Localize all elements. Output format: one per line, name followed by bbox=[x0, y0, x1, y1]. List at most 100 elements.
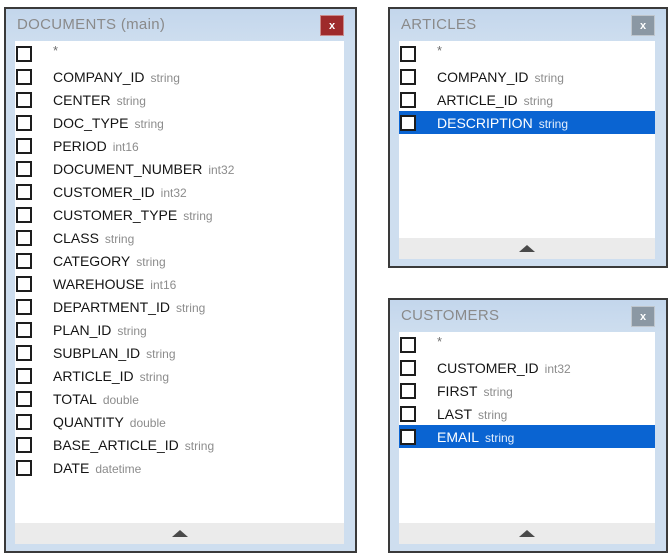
field-name: COMPANY_ID bbox=[53, 68, 145, 85]
panel-title-documents: DOCUMENTS (main) bbox=[17, 16, 166, 33]
field-row[interactable]: LAST string bbox=[399, 402, 655, 425]
checkbox-field[interactable] bbox=[16, 390, 32, 407]
field-list-documents[interactable]: * COMPANY_ID string CENTER string DOC_TYPE str… bbox=[15, 41, 344, 523]
field-list-articles[interactable]: * COMPANY_ID string ARTICLE_ID string DESCRIP… bbox=[399, 41, 655, 238]
collapse-bar-documents[interactable] bbox=[15, 523, 344, 544]
checkbox-field[interactable] bbox=[16, 91, 32, 108]
field-row-all[interactable]: * bbox=[399, 333, 655, 356]
field-type: datetime bbox=[95, 461, 142, 476]
field-type: int32 bbox=[208, 162, 235, 177]
checkbox-field[interactable] bbox=[400, 428, 416, 445]
field-row[interactable]: SUBPLAN_ID string bbox=[15, 341, 344, 364]
field-row-all[interactable]: * bbox=[15, 42, 344, 65]
field-row[interactable]: COMPANY_ID string bbox=[399, 65, 655, 88]
checkbox-all[interactable] bbox=[400, 336, 416, 353]
checkbox-field[interactable] bbox=[400, 114, 416, 131]
field-row[interactable]: DOCUMENT_NUMBER int32 bbox=[15, 157, 344, 180]
checkbox-field[interactable] bbox=[16, 459, 32, 476]
field-row[interactable]: DESCRIPTION string bbox=[399, 111, 655, 134]
field-row[interactable]: PERIOD int16 bbox=[15, 134, 344, 157]
field-type: string bbox=[523, 93, 554, 108]
field-label-group: DESCRIPTION string bbox=[437, 115, 568, 131]
field-row-all[interactable]: * bbox=[399, 42, 655, 65]
checkbox-field[interactable] bbox=[16, 298, 32, 315]
field-type: string bbox=[150, 70, 180, 85]
field-name: DEPARTMENT_ID bbox=[53, 298, 170, 315]
field-row[interactable]: PLAN_ID string bbox=[15, 318, 344, 341]
close-icon-documents[interactable]: x bbox=[320, 15, 344, 36]
checkbox-all[interactable] bbox=[400, 45, 416, 62]
collapse-bar-articles[interactable] bbox=[399, 238, 655, 259]
field-row[interactable]: DOC_TYPE string bbox=[15, 111, 344, 134]
checkbox-field[interactable] bbox=[16, 137, 32, 154]
checkbox-field[interactable] bbox=[16, 206, 32, 223]
field-row[interactable]: DATE datetime bbox=[15, 456, 344, 479]
panel-title-articles: ARTICLES bbox=[401, 16, 477, 33]
checkbox-field[interactable] bbox=[400, 359, 416, 376]
up-arrow-icon[interactable] bbox=[519, 245, 535, 252]
field-name: PLAN_ID bbox=[53, 321, 112, 338]
checkbox-field[interactable] bbox=[400, 68, 416, 85]
field-label-group: TOTAL double bbox=[53, 391, 139, 407]
panel-header-articles[interactable]: ARTICLES x bbox=[399, 15, 655, 41]
field-row[interactable]: BASE_ARTICLE_ID string bbox=[15, 433, 344, 456]
checkbox-field[interactable] bbox=[16, 68, 32, 85]
checkbox-field[interactable] bbox=[16, 229, 32, 246]
field-label-group: ARTICLE_ID string bbox=[53, 368, 169, 384]
checkbox-field[interactable] bbox=[16, 436, 32, 453]
field-label-group: DOCUMENT_NUMBER int32 bbox=[53, 161, 234, 177]
field-label-group: COMPANY_ID string bbox=[53, 69, 180, 85]
field-row[interactable]: CUSTOMER_TYPE string bbox=[15, 203, 344, 226]
field-list-customers[interactable]: * CUSTOMER_ID int32 FIRST string LAST string EM… bbox=[399, 332, 655, 523]
checkbox-field[interactable] bbox=[16, 160, 32, 177]
checkbox-field[interactable] bbox=[16, 321, 32, 338]
field-type: string bbox=[184, 438, 215, 453]
checkbox-field[interactable] bbox=[16, 413, 32, 430]
field-row[interactable]: EMAIL string bbox=[399, 425, 655, 448]
field-row[interactable]: TOTAL double bbox=[15, 387, 344, 410]
field-row[interactable]: WAREHOUSE int16 bbox=[15, 272, 344, 295]
collapse-bar-customers[interactable] bbox=[399, 523, 655, 544]
up-arrow-icon[interactable] bbox=[171, 530, 188, 537]
close-icon-articles[interactable]: x bbox=[631, 15, 655, 36]
checkbox-field[interactable] bbox=[400, 91, 416, 108]
checkbox-field[interactable] bbox=[400, 382, 416, 399]
field-type: int16 bbox=[150, 277, 177, 292]
checkbox-field[interactable] bbox=[16, 275, 32, 292]
field-type: string bbox=[183, 208, 213, 223]
panel-header-documents[interactable]: DOCUMENTS (main) x bbox=[15, 15, 344, 41]
asterisk-icon: * bbox=[437, 42, 443, 58]
table-panel-articles[interactable]: ARTICLES x * COMPANY_ID string ARTICLE_ID stri… bbox=[388, 7, 668, 268]
field-label-group: QUANTITY double bbox=[53, 414, 166, 430]
field-row[interactable]: ARTICLE_ID string bbox=[15, 364, 344, 387]
field-name: CUSTOMER_TYPE bbox=[53, 206, 178, 223]
field-row[interactable]: CENTER string bbox=[15, 88, 344, 111]
table-panel-customers[interactable]: CUSTOMERS x * CUSTOMER_ID int32 FIRST string LA… bbox=[388, 298, 668, 553]
field-name: ARTICLE_ID bbox=[437, 91, 518, 108]
panel-body-articles: ARTICLES x * COMPANY_ID string ARTICLE_ID stri… bbox=[390, 9, 666, 266]
checkbox-all[interactable] bbox=[16, 45, 32, 62]
field-row[interactable]: ARTICLE_ID string bbox=[399, 88, 655, 111]
field-row[interactable]: COMPANY_ID string bbox=[15, 65, 344, 88]
up-arrow-icon[interactable] bbox=[519, 530, 535, 537]
checkbox-field[interactable] bbox=[16, 367, 32, 384]
field-type: string bbox=[146, 346, 176, 361]
field-row[interactable]: CUSTOMER_ID int32 bbox=[399, 356, 655, 379]
field-row[interactable]: QUANTITY double bbox=[15, 410, 344, 433]
checkbox-field[interactable] bbox=[16, 183, 32, 200]
close-icon-customers[interactable]: x bbox=[631, 306, 655, 327]
field-name: QUANTITY bbox=[53, 413, 124, 430]
field-row[interactable]: DEPARTMENT_ID string bbox=[15, 295, 344, 318]
field-row[interactable]: CLASS string bbox=[15, 226, 344, 249]
checkbox-field[interactable] bbox=[16, 344, 32, 361]
field-row[interactable]: CUSTOMER_ID int32 bbox=[15, 180, 344, 203]
table-panel-documents[interactable]: DOCUMENTS (main) x * COMPANY_ID string CENTER… bbox=[4, 7, 357, 553]
panel-header-customers[interactable]: CUSTOMERS x bbox=[399, 306, 655, 332]
field-row[interactable]: FIRST string bbox=[399, 379, 655, 402]
checkbox-field[interactable] bbox=[16, 114, 32, 131]
checkbox-field[interactable] bbox=[16, 252, 32, 269]
field-label-group: CUSTOMER_TYPE string bbox=[53, 207, 213, 223]
field-label-group: PLAN_ID string bbox=[53, 322, 147, 338]
field-row[interactable]: CATEGORY string bbox=[15, 249, 344, 272]
checkbox-field[interactable] bbox=[400, 405, 416, 422]
